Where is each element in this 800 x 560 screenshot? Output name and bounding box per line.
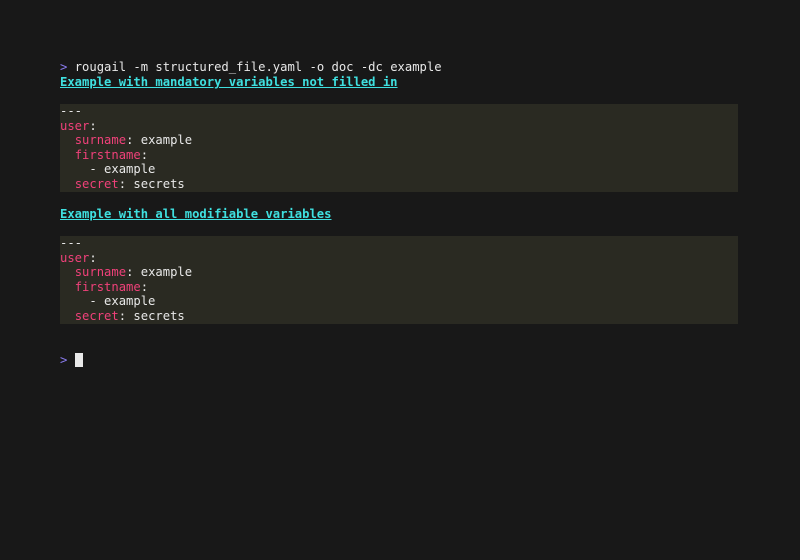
yaml-surname-line: surname: example <box>74 133 193 148</box>
yaml-value-secret: secrets <box>133 177 185 191</box>
yaml-firstname-item: - example <box>60 294 155 309</box>
yaml-doc-start: --- <box>60 104 83 118</box>
section-heading-modifiable: Example with all modifiable variables <box>60 207 332 221</box>
yaml-key-surname: surname <box>74 265 127 280</box>
yaml-block-modifiable: --- user: surname: example firstname: - … <box>60 236 738 324</box>
yaml-key-firstname: firstname <box>74 147 141 162</box>
yaml-root-line: user: <box>60 250 97 265</box>
yaml-doc-start: --- <box>60 236 83 250</box>
yaml-value-firstname-item: - example <box>89 162 156 177</box>
yaml-value-surname: example <box>140 265 193 280</box>
yaml-key-user: user <box>60 250 90 265</box>
text-cursor[interactable] <box>74 353 83 367</box>
yaml-key-secret: secret <box>74 309 119 323</box>
yaml-key-user: user <box>60 118 90 133</box>
yaml-firstname-item: - example <box>60 162 155 177</box>
yaml-root-line: user: <box>60 118 97 133</box>
yaml-block-mandatory: --- user: surname: example firstname: - … <box>60 104 738 192</box>
command-text: rougail -m structured_file.yaml -o doc -… <box>74 60 442 74</box>
yaml-value-secret: secrets <box>133 309 185 323</box>
yaml-firstname-line: firstname: <box>74 147 149 162</box>
section-heading-mandatory: Example with mandatory variables not fil… <box>60 75 398 89</box>
terminal-window[interactable]: > rougail -m structured_file.yaml -o doc… <box>0 0 800 560</box>
yaml-surname-line: surname: example <box>74 265 193 280</box>
prompt-symbol: > <box>60 60 68 74</box>
yaml-value-firstname-item: - example <box>89 294 156 309</box>
yaml-key-firstname: firstname <box>74 279 141 294</box>
yaml-firstname-line: firstname: <box>74 279 149 294</box>
prompt-symbol: > <box>60 353 68 367</box>
yaml-key-surname: surname <box>74 133 127 148</box>
yaml-value-surname: example <box>140 133 193 148</box>
yaml-secret-line: secret: secrets <box>74 177 185 191</box>
yaml-secret-line: secret: secrets <box>74 309 185 323</box>
input-prompt-line[interactable]: > <box>60 353 83 368</box>
yaml-key-secret: secret <box>74 177 119 191</box>
command-line: > rougail -m structured_file.yaml -o doc… <box>60 60 442 75</box>
